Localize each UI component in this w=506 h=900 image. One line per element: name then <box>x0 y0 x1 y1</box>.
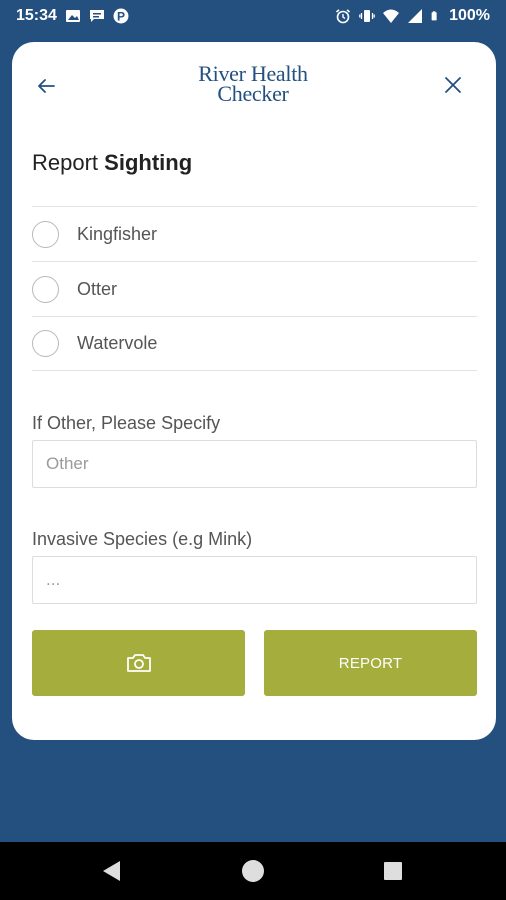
invasive-field-label: Invasive Species (e.g Mink) <box>32 529 253 549</box>
species-option-label: Otter <box>77 278 118 299</box>
status-bar: 15:34 P 100% <box>0 0 506 32</box>
species-option-label: Kingfisher <box>77 223 158 244</box>
arrow-left-icon[interactable] <box>34 74 58 98</box>
page-title: Report Sighting <box>32 150 192 176</box>
app-logo: River Health Checker <box>178 63 328 106</box>
page-title-prefix: Report <box>32 150 99 175</box>
wifi-icon <box>383 9 400 23</box>
camera-icon <box>126 654 151 672</box>
nav-recents-icon[interactable] <box>384 862 402 880</box>
other-species-input[interactable] <box>32 440 477 488</box>
photo-icon <box>65 10 80 22</box>
svg-text:P: P <box>117 10 125 24</box>
battery-icon <box>431 11 437 21</box>
message-icon <box>89 10 104 22</box>
species-option-kingfisher[interactable]: Kingfisher <box>32 206 477 261</box>
camera-button[interactable] <box>32 630 245 696</box>
alarm-icon <box>336 9 351 24</box>
close-icon[interactable] <box>440 72 466 98</box>
nav-home-icon[interactable] <box>242 860 264 882</box>
report-button[interactable]: REPORT <box>264 630 477 696</box>
radio-button[interactable] <box>32 330 59 357</box>
radio-button[interactable] <box>32 275 59 303</box>
status-left: 15:34 P <box>16 7 129 25</box>
species-option-watervole[interactable]: Watervole <box>32 316 477 371</box>
battery-percent: 100% <box>449 7 490 24</box>
species-radio-list: Kingfisher Otter Watervole <box>32 206 477 371</box>
parking-icon: P <box>113 8 129 24</box>
signal-icon <box>408 9 423 23</box>
radio-button[interactable] <box>32 220 59 248</box>
other-field-label: If Other, Please Specify <box>32 413 221 433</box>
system-nav-bar <box>0 842 506 900</box>
logo-line-2: Checker <box>217 81 289 106</box>
species-option-label: Watervole <box>77 333 158 353</box>
nav-back-icon[interactable] <box>100 859 122 883</box>
page-title-emphasis: Sighting <box>104 150 193 175</box>
status-right: 100% <box>335 7 490 25</box>
vibrate-icon <box>359 10 375 22</box>
invasive-species-input[interactable] <box>32 556 477 604</box>
species-option-otter[interactable]: Otter <box>32 261 477 316</box>
status-time: 15:34 <box>16 7 57 24</box>
